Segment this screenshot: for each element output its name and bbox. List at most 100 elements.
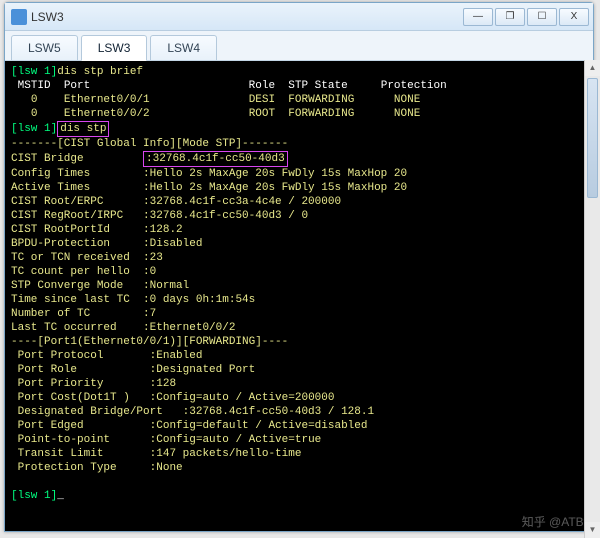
- scroll-thumb[interactable]: [587, 78, 598, 198]
- kv-line: CIST RootPortId :128.2: [11, 224, 183, 236]
- kv-line: Config Times :Hello 2s MaxAge 20s FwDly …: [11, 168, 407, 180]
- kv-line: TC count per hello :0: [11, 266, 156, 278]
- field-label: Active Times: [11, 182, 90, 194]
- field-value: :32768.4c1f-cc50-40d3: [146, 153, 285, 165]
- col-role: Role: [249, 80, 275, 92]
- field-label: Point-to-point: [11, 434, 110, 446]
- field-value: :None: [150, 462, 183, 474]
- highlighted-bridge-id: :32768.4c1f-cc50-40d3: [143, 151, 288, 167]
- kv-line: Time since last TC :0 days 0h:1m:54s: [11, 294, 255, 306]
- field-value: :Normal: [143, 280, 189, 292]
- col-mstid: MSTID: [18, 80, 51, 92]
- kv-line: Point-to-point :Config=auto / Active=tru…: [11, 434, 321, 446]
- section-header: ----[Port1(Ethernet0/0/1)][FORWARDING]--…: [11, 336, 288, 348]
- kv-line: Active Times :Hello 2s MaxAge 20s FwDly …: [11, 182, 407, 194]
- field-label: TC or TCN received: [11, 252, 130, 264]
- field-label: Designated Bridge/Port: [11, 406, 163, 418]
- command-text: dis stp brief: [57, 66, 143, 78]
- kv-line: Protection Type :None: [11, 462, 183, 474]
- field-value: :Hello 2s MaxAge 20s FwDly 15s MaxHop 20: [143, 182, 407, 194]
- field-label: STP Converge Mode: [11, 280, 123, 292]
- terminal-output[interactable]: [lsw 1]dis stp brief MSTID Port Role STP…: [5, 61, 593, 531]
- cell-prot: NONE: [394, 108, 420, 120]
- field-label: Port Cost(Dot1T ): [11, 392, 130, 404]
- field-value: :Ethernet0/0/2: [143, 322, 235, 334]
- cell-role: DESI: [249, 94, 275, 106]
- field-label: CIST RegRoot/IRPC: [11, 210, 123, 222]
- tab-lsw4[interactable]: LSW4: [150, 35, 217, 60]
- kv-line: Port Edged :Config=default / Active=disa…: [11, 420, 367, 432]
- tab-lsw5[interactable]: LSW5: [11, 35, 78, 60]
- watermark: 知乎 @ATBf: [522, 515, 587, 529]
- tab-lsw3[interactable]: LSW3: [81, 35, 148, 61]
- field-value: :7: [143, 308, 156, 320]
- field-value: :32768.4c1f-cc50-40d3 / 0: [143, 210, 308, 222]
- maximize-button[interactable]: ☐: [527, 8, 557, 26]
- field-value: :Config=auto / Active=true: [150, 434, 322, 446]
- kv-line: Number of TC :7: [11, 308, 156, 320]
- app-window: LSW3 — ❐ ☐ X LSW5 LSW3 LSW4 [lsw 1]dis s…: [4, 2, 594, 532]
- field-label: Protection Type: [11, 462, 117, 474]
- field-label: Port Role: [11, 364, 77, 376]
- field-label: Port Priority: [11, 378, 103, 390]
- field-label: Transit Limit: [11, 448, 103, 460]
- cell-state: FORWARDING: [288, 94, 354, 106]
- field-label: CIST Bridge: [11, 153, 84, 165]
- kv-line: CIST Root/ERPC :32768.4c1f-cc3a-4c4e / 2…: [11, 196, 341, 208]
- field-value: :Designated Port: [150, 364, 256, 376]
- field-value: :0: [143, 266, 156, 278]
- table-row: [11, 94, 31, 106]
- kv-line: Port Protocol :Enabled: [11, 350, 202, 362]
- field-value: :0 days 0h:1m:54s: [143, 294, 255, 306]
- kv-line: Last TC occurred :Ethernet0/0/2: [11, 322, 235, 334]
- window-title: LSW3: [31, 10, 64, 24]
- col-protection: Protection: [381, 80, 447, 92]
- prompt: [lsw 1]: [11, 123, 57, 135]
- field-label: Port Protocol: [11, 350, 103, 362]
- col-mstid: [11, 80, 18, 92]
- field-value: :Config=auto / Active=200000: [150, 392, 335, 404]
- prompt: [lsw 1]: [11, 66, 57, 78]
- field-label: CIST RootPortId: [11, 224, 110, 236]
- kv-line: STP Converge Mode :Normal: [11, 280, 189, 292]
- cursor: _: [57, 490, 64, 502]
- cell-prot: NONE: [394, 94, 420, 106]
- kv-line: Port Priority :128: [11, 378, 176, 390]
- cell-port: Ethernet0/0/2: [64, 108, 150, 120]
- field-value: :23: [143, 252, 163, 264]
- col-state: STP State: [288, 80, 347, 92]
- field-label: TC count per hello: [11, 266, 130, 278]
- kv-line: Transit Limit :147 packets/hello-time: [11, 448, 301, 460]
- kv-line: Port Cost(Dot1T ) :Config=auto / Active=…: [11, 392, 334, 404]
- titlebar[interactable]: LSW3 — ❐ ☐ X: [5, 3, 593, 31]
- field-label: Config Times: [11, 168, 90, 180]
- kv-line: BPDU-Protection :Disabled: [11, 238, 202, 250]
- window-controls: — ❐ ☐ X: [463, 8, 589, 26]
- field-label: Last TC occurred: [11, 322, 117, 334]
- field-value: :128: [150, 378, 176, 390]
- cell-role: ROOT: [249, 108, 275, 120]
- field-value: :Config=default / Active=disabled: [150, 420, 368, 432]
- field-label: CIST Root/ERPC: [11, 196, 103, 208]
- minimize-button[interactable]: —: [463, 8, 493, 26]
- field-label: Port Edged: [11, 420, 84, 432]
- field-value: :32768.4c1f-cc50-40d3 / 128.1: [183, 406, 374, 418]
- cell-port: Ethernet0/0/1: [64, 94, 150, 106]
- command-text: dis stp: [60, 123, 106, 135]
- vertical-scrollbar[interactable]: ▲ ▼: [584, 60, 600, 538]
- field-value: :147 packets/hello-time: [150, 448, 302, 460]
- field-value: :Disabled: [143, 238, 202, 250]
- field-value: :128.2: [143, 224, 183, 236]
- tab-strip: LSW5 LSW3 LSW4: [5, 31, 593, 61]
- field-label: Number of TC: [11, 308, 90, 320]
- kv-line: Port Role :Designated Port: [11, 364, 255, 376]
- close-button[interactable]: X: [559, 8, 589, 26]
- prompt: [lsw 1]: [11, 490, 57, 502]
- table-row: [11, 108, 31, 120]
- section-header: -------[CIST Global Info][Mode STP]-----…: [11, 138, 288, 150]
- field-value: :32768.4c1f-cc3a-4c4e / 200000: [143, 196, 341, 208]
- restore-button[interactable]: ❐: [495, 8, 525, 26]
- scroll-up-icon[interactable]: ▲: [585, 60, 600, 76]
- field-label: BPDU-Protection: [11, 238, 110, 250]
- app-icon: [11, 9, 27, 25]
